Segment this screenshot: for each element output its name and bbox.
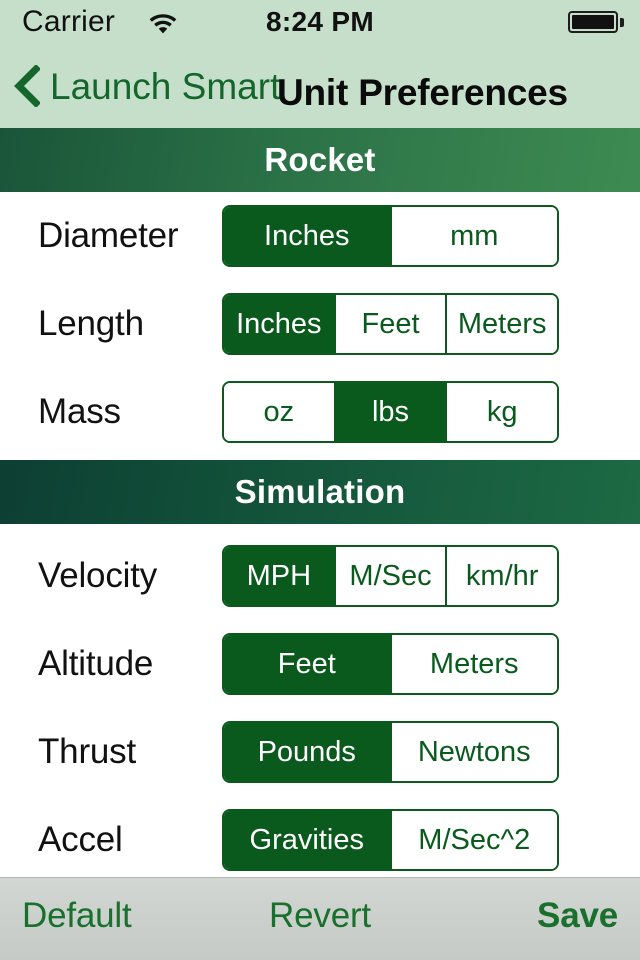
section-header-simulation-label: Simulation xyxy=(234,473,406,510)
battery-full-icon xyxy=(568,11,618,33)
row-label-altitude: Altitude xyxy=(38,644,154,683)
section-header-rocket-label: Rocket xyxy=(264,141,376,178)
page-title: Unit Preferences xyxy=(277,72,568,113)
segmented-control-velocity[interactable]: MPH M/Sec km/hr xyxy=(222,545,559,607)
row-label-length: Length xyxy=(38,304,144,343)
segment-velocity-1[interactable]: M/Sec xyxy=(333,547,446,605)
section-header-rocket: Rocket xyxy=(0,128,640,192)
segment-length-1[interactable]: Feet xyxy=(333,295,446,353)
navigation-bar: Launch Smart Unit Preferences xyxy=(0,44,640,128)
unit-preferences-screen: Carrier 8:24 PM Launch Smart Unit Prefer… xyxy=(0,0,640,960)
battery-nub-icon xyxy=(620,18,624,27)
segment-altitude-0[interactable]: Feet xyxy=(224,635,390,693)
back-button[interactable]: Launch Smart xyxy=(14,58,280,114)
segmented-control-mass[interactable]: oz lbs kg xyxy=(222,381,559,443)
row-velocity: Velocity MPH M/Sec km/hr xyxy=(0,532,640,620)
row-thrust: Thrust Pounds Newtons xyxy=(0,708,640,796)
segment-diameter-0[interactable]: Inches xyxy=(224,207,390,265)
row-altitude: Altitude Feet Meters xyxy=(0,620,640,708)
segment-accel-1[interactable]: M/Sec^2 xyxy=(389,811,557,869)
segmented-control-accel[interactable]: Gravities M/Sec^2 xyxy=(222,809,559,871)
segmented-control-thrust[interactable]: Pounds Newtons xyxy=(222,721,559,783)
segment-altitude-1[interactable]: Meters xyxy=(389,635,557,693)
row-label-accel: Accel xyxy=(38,820,123,859)
segment-length-0[interactable]: Inches xyxy=(224,295,334,353)
back-button-label: Launch Smart xyxy=(50,65,281,107)
row-label-mass: Mass xyxy=(38,392,121,431)
row-length: Length Inches Feet Meters xyxy=(0,280,640,368)
row-diameter: Diameter Inches mm xyxy=(0,192,640,280)
segmented-control-altitude[interactable]: Feet Meters xyxy=(222,633,559,695)
clock-label: 8:24 PM xyxy=(266,6,374,37)
segment-mass-0[interactable]: oz xyxy=(224,383,334,441)
segment-velocity-0[interactable]: MPH xyxy=(224,547,334,605)
segment-thrust-1[interactable]: Newtons xyxy=(389,723,557,781)
save-button[interactable]: Save xyxy=(537,896,618,936)
segmented-control-length[interactable]: Inches Feet Meters xyxy=(222,293,559,355)
chevron-left-icon xyxy=(14,64,41,108)
bottom-toolbar: Default Revert Save xyxy=(0,877,640,960)
row-label-diameter: Diameter xyxy=(38,216,179,255)
segmented-control-diameter[interactable]: Inches mm xyxy=(222,205,559,267)
segment-velocity-2[interactable]: km/hr xyxy=(445,547,557,605)
row-label-velocity: Velocity xyxy=(38,556,158,595)
segment-mass-1[interactable]: lbs xyxy=(333,383,446,441)
segment-accel-0[interactable]: Gravities xyxy=(224,811,390,869)
section-header-simulation: Simulation xyxy=(0,460,640,524)
segment-mass-2[interactable]: kg xyxy=(445,383,557,441)
segment-diameter-1[interactable]: mm xyxy=(389,207,557,265)
segment-length-2[interactable]: Meters xyxy=(445,295,557,353)
status-bar: Carrier 8:24 PM xyxy=(0,0,640,44)
row-mass: Mass oz lbs kg xyxy=(0,368,640,456)
row-accel: Accel Gravities M/Sec^2 xyxy=(0,796,640,884)
segment-thrust-0[interactable]: Pounds xyxy=(224,723,390,781)
row-label-thrust: Thrust xyxy=(38,732,136,771)
